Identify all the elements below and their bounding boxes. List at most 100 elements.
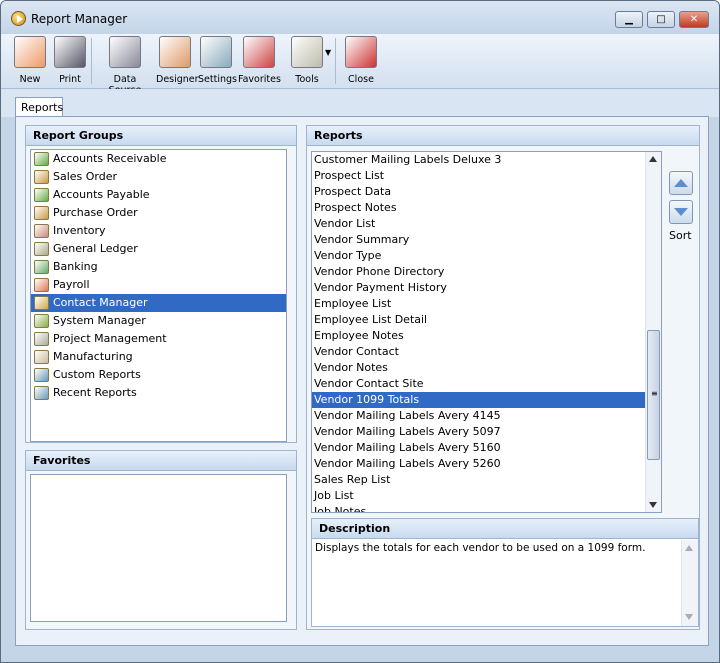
report-item[interactable]: Sales Rep List — [312, 472, 645, 488]
system-manager-icon — [34, 314, 49, 328]
report-item[interactable]: Vendor List — [312, 216, 645, 232]
report-item[interactable]: Employee List — [312, 296, 645, 312]
scroll-up-arrow-icon[interactable] — [649, 156, 657, 162]
scroll-down-arrow-icon[interactable] — [685, 614, 693, 620]
report-group-item[interactable]: Contact Manager — [31, 294, 286, 312]
maximize-button[interactable]: □ — [647, 11, 675, 28]
report-group-item[interactable]: System Manager — [31, 312, 286, 330]
report-item[interactable]: Customer Mailing Labels Deluxe 3 — [312, 152, 645, 168]
report-group-item[interactable]: Accounts Receivable — [31, 150, 286, 168]
report-group-label: General Ledger — [53, 242, 138, 255]
report-item[interactable]: Vendor Mailing Labels Avery 5160 — [312, 440, 645, 456]
toolbar-settings-button[interactable]: Settings — [198, 36, 237, 85]
report-group-item[interactable]: Project Management — [31, 330, 286, 348]
scroll-down-arrow-icon[interactable] — [649, 502, 657, 508]
report-group-label: Banking — [53, 260, 98, 273]
report-group-item[interactable]: Inventory — [31, 222, 286, 240]
report-group-item[interactable]: Banking — [31, 258, 286, 276]
tab-reports[interactable]: Reports — [15, 97, 63, 117]
toolbar-tools-button[interactable]: Tools ▼ — [285, 36, 331, 85]
toolbar-favorites-button[interactable]: Favorites — [238, 36, 281, 85]
tab-strip: Reports — [1, 89, 719, 117]
report-item[interactable]: Job Notes — [312, 504, 645, 512]
sort-label: Sort — [669, 229, 692, 242]
report-group-label: Recent Reports — [53, 386, 137, 399]
description-text: Displays the totals for each vendor to b… — [315, 542, 646, 554]
reports-panel: Reports Customer Mailing Labels Deluxe 3… — [306, 125, 700, 630]
report-item[interactable]: Vendor 1099 Totals — [312, 392, 645, 408]
description-scrollbar[interactable] — [681, 540, 698, 626]
report-group-item[interactable]: Accounts Payable — [31, 186, 286, 204]
report-item[interactable]: Vendor Mailing Labels Avery 5260 — [312, 456, 645, 472]
favorites-header: Favorites — [26, 451, 296, 471]
report-group-label: Sales Order — [53, 170, 118, 183]
favorites-icon — [243, 36, 275, 68]
reports-scrollbar[interactable]: ≡ — [645, 152, 661, 512]
report-item[interactable]: Vendor Contact — [312, 344, 645, 360]
report-group-label: Accounts Receivable — [53, 152, 167, 165]
tools-dropdown-arrow-icon[interactable]: ▼ — [325, 48, 331, 57]
toolbar-data-source-button[interactable]: Data Source — [97, 36, 153, 96]
report-item[interactable]: Vendor Type — [312, 248, 645, 264]
arrow-up-icon — [674, 179, 688, 187]
report-group-label: Accounts Payable — [53, 188, 150, 201]
contact-manager-icon — [34, 296, 49, 310]
favorites-list[interactable] — [30, 474, 287, 622]
toolbar-new-button[interactable]: New — [13, 36, 47, 85]
toolbar-print-button[interactable]: Print — [53, 36, 87, 85]
reports-list[interactable]: Customer Mailing Labels Deluxe 3 Prospect… — [311, 151, 662, 513]
manufacturing-icon — [34, 350, 49, 364]
report-item[interactable]: Prospect List — [312, 168, 645, 184]
report-groups-list[interactable]: Accounts Receivable Sales Order Accounts P… — [30, 149, 287, 442]
report-group-label: Custom Reports — [53, 368, 141, 381]
report-item[interactable]: Vendor Mailing Labels Avery 4145 — [312, 408, 645, 424]
report-group-item[interactable]: Purchase Order — [31, 204, 286, 222]
report-groups-panel: Report Groups Accounts Receivable Sales O… — [25, 125, 297, 443]
report-item[interactable]: Employee List Detail — [312, 312, 645, 328]
new-report-icon — [14, 36, 46, 68]
app-icon — [11, 11, 26, 26]
report-group-label: Inventory — [53, 224, 106, 237]
window-title: Report Manager — [31, 12, 128, 26]
toolbar-label: Close — [348, 74, 374, 85]
accounts-payable-icon — [34, 188, 49, 202]
report-item[interactable]: Job List — [312, 488, 645, 504]
sort-up-button[interactable] — [669, 171, 693, 195]
scroll-up-arrow-icon[interactable] — [685, 545, 693, 551]
report-group-item[interactable]: Manufacturing — [31, 348, 286, 366]
database-icon — [109, 36, 141, 68]
report-item[interactable]: Prospect Data — [312, 184, 645, 200]
report-group-label: Contact Manager — [53, 296, 148, 309]
toolbar-close-button[interactable]: Close — [341, 36, 381, 85]
custom-reports-icon — [34, 368, 49, 382]
minimize-button[interactable]: ▁ — [615, 11, 643, 28]
report-item[interactable]: Vendor Payment History — [312, 280, 645, 296]
report-group-label: Project Management — [53, 332, 167, 345]
report-item[interactable]: Vendor Summary — [312, 232, 645, 248]
reports-tab-content: Report Groups Accounts Receivable Sales O… — [15, 116, 709, 646]
toolbar-label: New — [19, 74, 41, 85]
report-group-item[interactable]: Recent Reports — [31, 384, 286, 402]
report-groups-header: Report Groups — [26, 126, 296, 146]
settings-icon — [200, 36, 232, 68]
report-item[interactable]: Employee Notes — [312, 328, 645, 344]
close-report-icon — [345, 36, 377, 68]
report-group-item[interactable]: General Ledger — [31, 240, 286, 258]
report-item[interactable]: Vendor Contact Site — [312, 376, 645, 392]
general-ledger-icon — [34, 242, 49, 256]
report-item[interactable]: Vendor Mailing Labels Avery 5097 — [312, 424, 645, 440]
toolbar-label: Tools — [295, 74, 319, 85]
scrollbar-thumb[interactable]: ≡ — [647, 330, 660, 460]
report-item[interactable]: Vendor Notes — [312, 360, 645, 376]
banking-icon — [34, 260, 49, 274]
inventory-icon — [34, 224, 49, 238]
designer-icon — [159, 36, 191, 68]
report-item[interactable]: Vendor Phone Directory — [312, 264, 645, 280]
report-group-item[interactable]: Custom Reports — [31, 366, 286, 384]
close-window-button[interactable]: ✕ — [679, 11, 709, 28]
report-group-item[interactable]: Sales Order — [31, 168, 286, 186]
report-group-item[interactable]: Payroll — [31, 276, 286, 294]
report-item[interactable]: Prospect Notes — [312, 200, 645, 216]
sort-down-button[interactable] — [669, 200, 693, 224]
toolbar-designer-button[interactable]: Designer — [156, 36, 199, 85]
